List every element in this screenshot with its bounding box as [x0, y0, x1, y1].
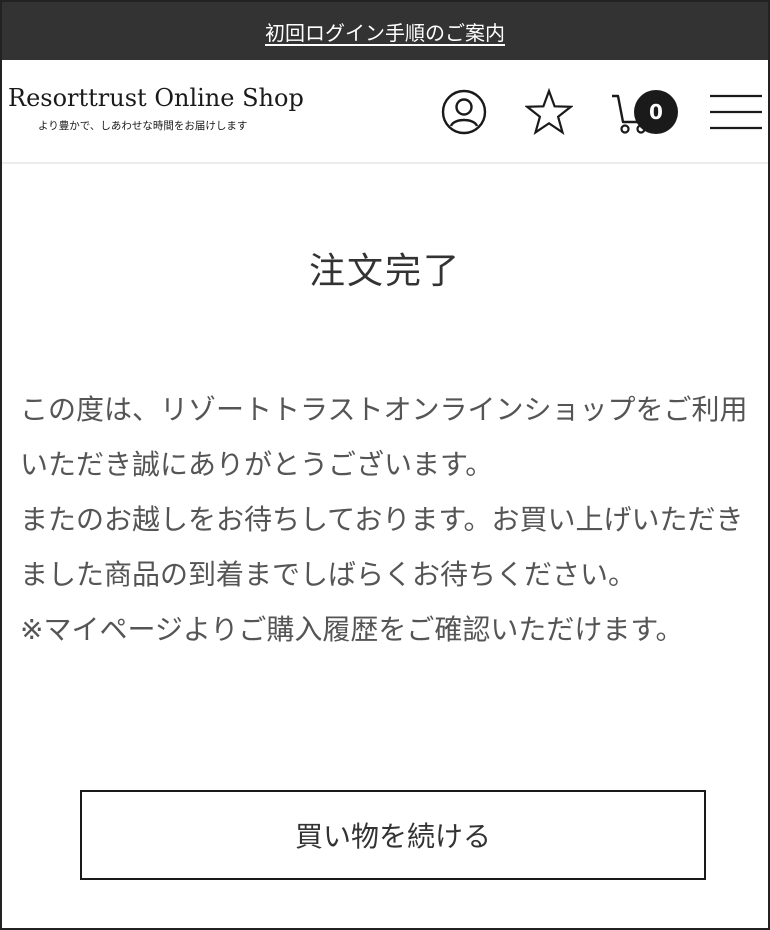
favorites-button[interactable]: [525, 88, 573, 136]
order-complete-message: この度は、リゾートトラストオンラインショップをご利用いただき誠にありがとうござい…: [20, 382, 750, 657]
message-line: この度は、リゾートトラストオンラインショップをご利用いただき誠にありがとうござい…: [20, 393, 748, 481]
cart-count-badge: 0: [634, 90, 678, 134]
logo-text: Resorttrust Online Shop: [8, 84, 304, 112]
star-icon: [525, 88, 573, 135]
top-banner: 初回ログイン手順のご案内: [2, 2, 768, 60]
first-login-guide-link[interactable]: 初回ログイン手順のご案内: [265, 17, 505, 46]
message-line: またのお越しをお待ちしております。お買い上げいただきました商品の到着までしばらく…: [20, 503, 744, 591]
logo-tagline: より豊かで、しあわせな時間をお届けします: [38, 120, 248, 132]
account-button[interactable]: [440, 88, 488, 136]
site-logo[interactable]: Resorttrust Online Shop より豊かで、しあわせな時間をお届…: [8, 84, 304, 133]
cart-button[interactable]: 0: [610, 88, 682, 136]
page-title: 注文完了: [308, 251, 461, 292]
message-line: ※マイページよりご購入履歴をご確認いただけます。: [20, 613, 684, 646]
page-frame: 初回ログイン手順のご案内 Resorttrust Online Shop より豊…: [0, 0, 770, 930]
menu-icon: [710, 94, 762, 130]
user-icon: [441, 89, 487, 135]
site-header: Resorttrust Online Shop より豊かで、しあわせな時間をお届…: [2, 60, 768, 164]
menu-button[interactable]: [708, 88, 764, 136]
continue-shopping-button[interactable]: 買い物を続ける: [80, 790, 706, 880]
